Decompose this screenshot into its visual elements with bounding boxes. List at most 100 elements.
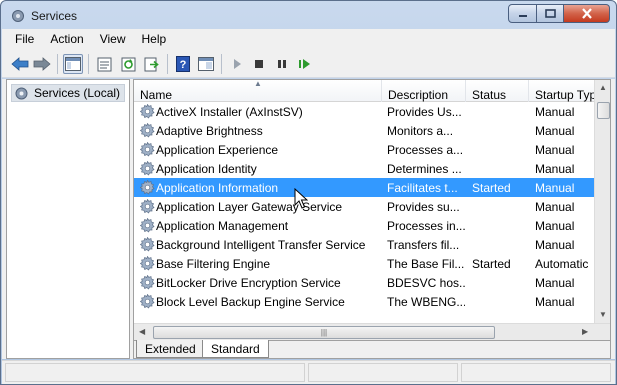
back-button[interactable]	[10, 54, 30, 74]
cell-status: Started	[472, 181, 511, 195]
cell-name: Base Filtering Engine	[156, 257, 271, 271]
sort-ascending-icon: ▲	[254, 80, 262, 88]
table-row[interactable]: Base Filtering Engine The Base Fil... Star…	[134, 254, 594, 273]
cell-name: Block Level Backup Engine Service	[156, 295, 345, 309]
maximize-button[interactable]	[537, 4, 564, 23]
toolbar-separator	[57, 54, 58, 74]
service-gear-icon	[140, 104, 155, 119]
help-button[interactable]: ?	[173, 54, 193, 74]
vertical-scroll-thumb[interactable]	[597, 102, 610, 119]
toolbar: ?	[2, 49, 615, 78]
service-gear-icon	[140, 237, 155, 252]
refresh-icon	[121, 57, 135, 71]
minimize-button[interactable]	[508, 4, 537, 23]
column-header-status[interactable]: Status	[466, 80, 529, 102]
window-title: Services	[31, 9, 78, 23]
column-header-startup-type[interactable]: Startup Typ	[529, 80, 594, 102]
menu-help[interactable]: Help	[134, 29, 175, 49]
column-header-description[interactable]: Description	[382, 80, 466, 102]
scroll-left-arrow-icon[interactable]: ◀	[139, 327, 145, 336]
scroll-down-arrow-icon[interactable]: ▼	[599, 310, 607, 319]
properties-button[interactable]	[94, 54, 114, 74]
help-icon: ?	[176, 56, 190, 72]
cell-name: ActiveX Installer (AxInstSV)	[156, 105, 303, 119]
view-button[interactable]	[196, 54, 216, 74]
show-tree-button[interactable]	[63, 54, 83, 74]
close-button[interactable]	[564, 4, 610, 23]
pause-service-button[interactable]	[272, 54, 292, 74]
table-row[interactable]: Application Experience Processes a... Manu…	[134, 140, 594, 159]
refresh-button[interactable]	[118, 54, 138, 74]
tab-standard[interactable]: Standard	[202, 340, 269, 358]
service-gear-icon	[140, 218, 155, 233]
scroll-right-arrow-icon[interactable]: ▶	[582, 327, 588, 336]
export-list-button[interactable]	[142, 54, 162, 74]
cell-description: Provides su...	[387, 200, 460, 214]
horizontal-scroll-thumb[interactable]: |||	[153, 326, 495, 339]
menu-bar: File Action View Help	[2, 29, 615, 49]
forward-arrow-icon	[33, 57, 51, 71]
minimize-icon	[518, 14, 527, 17]
status-pane	[5, 363, 305, 382]
cell-startup-type: Manual	[535, 238, 575, 252]
table-row[interactable]: ActiveX Installer (AxInstSV) Provides Us.…	[134, 102, 594, 121]
stop-service-button[interactable]	[249, 54, 269, 74]
cell-description: Determines ...	[387, 162, 462, 176]
cell-startup-type: Manual	[535, 219, 575, 233]
table-row[interactable]: Application Information Facilitates t... S…	[134, 178, 594, 197]
caption-buttons	[508, 4, 610, 23]
pause-icon	[278, 60, 286, 68]
toolbar-separator	[221, 54, 222, 74]
restart-icon	[299, 59, 310, 69]
table-row[interactable]: Background Intelligent Transfer Service T…	[134, 235, 594, 254]
cell-startup-type: Manual	[535, 143, 575, 157]
services-gear-icon	[15, 87, 28, 99]
tab-extended[interactable]: Extended	[136, 340, 205, 358]
tree-item-services-local[interactable]: Services (Local)	[11, 84, 126, 102]
restart-service-button[interactable]	[295, 54, 315, 74]
cell-description: Monitors a...	[387, 124, 454, 138]
service-gear-icon	[140, 294, 155, 309]
cell-name: Application Information	[156, 181, 279, 195]
cell-startup-type: Automatic	[535, 257, 589, 271]
status-pane	[461, 363, 611, 382]
close-icon	[581, 8, 592, 19]
cell-name: Application Management	[156, 219, 289, 233]
console-tree: Services (Local)	[6, 79, 130, 359]
service-gear-icon	[140, 123, 155, 138]
stop-icon	[255, 60, 263, 68]
mouse-cursor-icon	[294, 188, 308, 209]
menu-view[interactable]: View	[92, 29, 134, 49]
service-gear-icon	[140, 199, 155, 214]
service-gear-icon	[140, 256, 155, 271]
cell-description: Provides Us...	[387, 105, 462, 119]
cell-name: Application Experience	[156, 143, 279, 157]
column-header-name[interactable]: ▲ Name	[134, 80, 382, 102]
table-row[interactable]: Adaptive Brightness Monitors a... Manual	[134, 121, 594, 140]
column-header-label: Name	[140, 88, 173, 102]
title-bar[interactable]: Services	[1, 1, 616, 29]
table-row[interactable]: Application Management Processes in... Man…	[134, 216, 594, 235]
start-service-button[interactable]	[227, 54, 247, 74]
horizontal-scrollbar[interactable]: ◀ ||| ▶	[134, 323, 610, 340]
cell-name: Adaptive Brightness	[156, 124, 263, 138]
cell-startup-type: Manual	[535, 124, 575, 138]
cell-description: The WBENG...	[387, 295, 465, 309]
table-row[interactable]: Block Level Backup Engine Service The WBE…	[134, 292, 594, 311]
status-pane	[308, 363, 458, 382]
menu-file[interactable]: File	[2, 29, 42, 49]
cell-name: Application Identity	[156, 162, 257, 176]
vertical-scrollbar[interactable]: ▲ ▼	[594, 80, 610, 323]
table-row[interactable]: Application Layer Gateway Service Provide…	[134, 197, 594, 216]
table-row[interactable]: BitLocker Drive Encryption Service BDESVC…	[134, 273, 594, 292]
service-gear-icon	[140, 275, 155, 290]
cell-startup-type: Manual	[535, 181, 575, 195]
cell-description: Facilitates t...	[387, 181, 458, 195]
svg-text:?: ?	[180, 59, 187, 71]
cell-description: The Base Fil...	[387, 257, 465, 271]
table-row[interactable]: Application Identity Determines ... Manual	[134, 159, 594, 178]
forward-button[interactable]	[32, 54, 52, 74]
menu-action[interactable]: Action	[42, 29, 91, 49]
cell-description: Processes a...	[387, 143, 464, 157]
scroll-up-arrow-icon[interactable]: ▲	[599, 83, 607, 92]
